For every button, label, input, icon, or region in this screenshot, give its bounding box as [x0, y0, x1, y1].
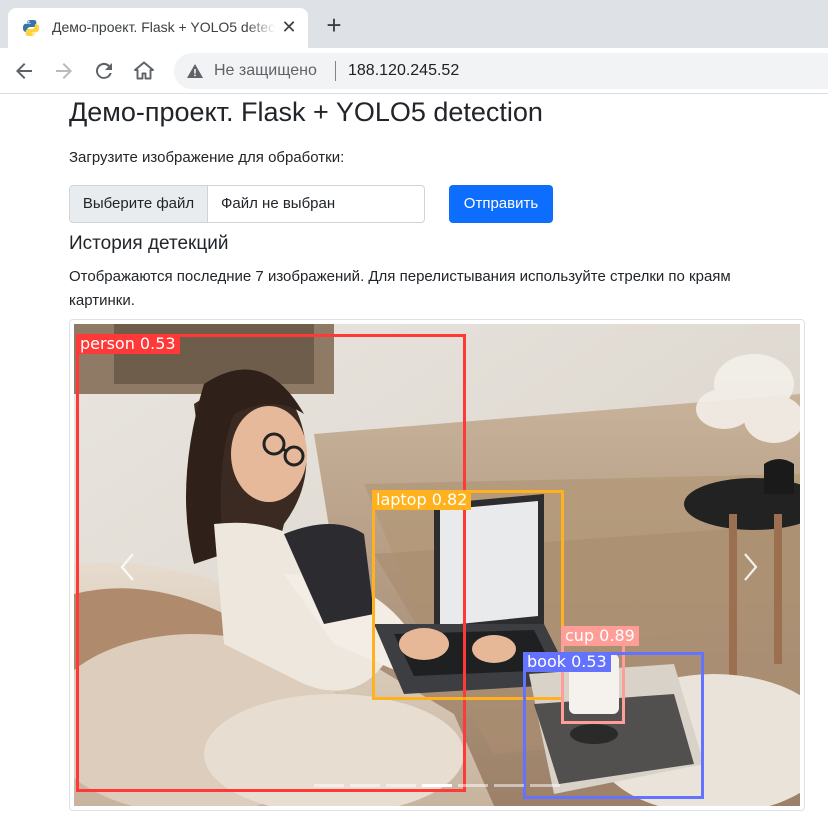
omnibox-divider: [335, 61, 336, 81]
chevron-right-icon: [744, 553, 758, 581]
browser-tabstrip: Демо-проект. Flask + YOLO5 detection ✕ +: [0, 0, 828, 48]
reload-icon[interactable]: [92, 59, 116, 83]
detection-label-book: book 0.53: [523, 652, 611, 672]
carousel-indicators: [314, 784, 564, 790]
browser-toolbar: Не защищено 188.120.245.52: [0, 48, 828, 94]
new-tab-button[interactable]: +: [322, 12, 346, 38]
browser-tab-active[interactable]: Демо-проект. Flask + YOLO5 detection ✕: [8, 8, 308, 48]
detection-box-book: book 0.53: [523, 652, 704, 799]
carousel-indicator-7[interactable]: [530, 784, 560, 787]
history-heading: История детекций: [69, 233, 229, 254]
carousel-next-button[interactable]: [736, 550, 764, 584]
carousel-indicator-4[interactable]: [422, 784, 452, 787]
carousel-indicator-1[interactable]: [314, 784, 344, 787]
upload-prompt: Загрузите изображение для обработки:: [69, 149, 345, 166]
detection-label-laptop: laptop 0.82: [372, 490, 472, 510]
detection-carousel: person 0.53 laptop 0.82 cup 0.89 book 0.…: [69, 319, 805, 811]
submit-button[interactable]: Отправить: [449, 185, 553, 223]
file-status-text: Файл не выбран: [221, 195, 336, 212]
detection-label-person: person 0.53: [76, 334, 180, 354]
carousel-indicator-6[interactable]: [494, 784, 524, 787]
file-input[interactable]: Выберите файл Файл не выбран: [69, 185, 425, 223]
carousel-indicator-2[interactable]: [350, 784, 380, 787]
choose-file-button[interactable]: Выберите файл: [70, 186, 208, 222]
python-favicon-icon: [22, 19, 40, 37]
carousel-prev-button[interactable]: [114, 550, 142, 584]
chevron-left-icon: [120, 553, 134, 581]
detection-label-cup: cup 0.89: [561, 626, 639, 646]
history-description: Отображаются последние 7 изображений. Дл…: [69, 268, 731, 309]
carousel-slide: person 0.53 laptop 0.82 cup 0.89 book 0.…: [74, 324, 800, 806]
warning-icon[interactable]: [186, 62, 204, 80]
carousel-indicator-5[interactable]: [458, 784, 488, 787]
page-title: Демо-проект. Flask + YOLO5 detection: [69, 97, 543, 127]
forward-arrow-icon[interactable]: [52, 59, 76, 83]
tab-title: Демо-проект. Flask + YOLO5 detection: [52, 19, 276, 35]
security-status[interactable]: Не защищено: [214, 62, 317, 80]
carousel-indicator-3[interactable]: [386, 784, 416, 787]
tab-close-icon[interactable]: ✕: [280, 18, 298, 36]
home-icon[interactable]: [132, 59, 156, 83]
back-arrow-icon[interactable]: [12, 59, 36, 83]
url-text[interactable]: 188.120.245.52: [348, 62, 459, 80]
address-bar[interactable]: Не защищено 188.120.245.52: [174, 53, 828, 89]
